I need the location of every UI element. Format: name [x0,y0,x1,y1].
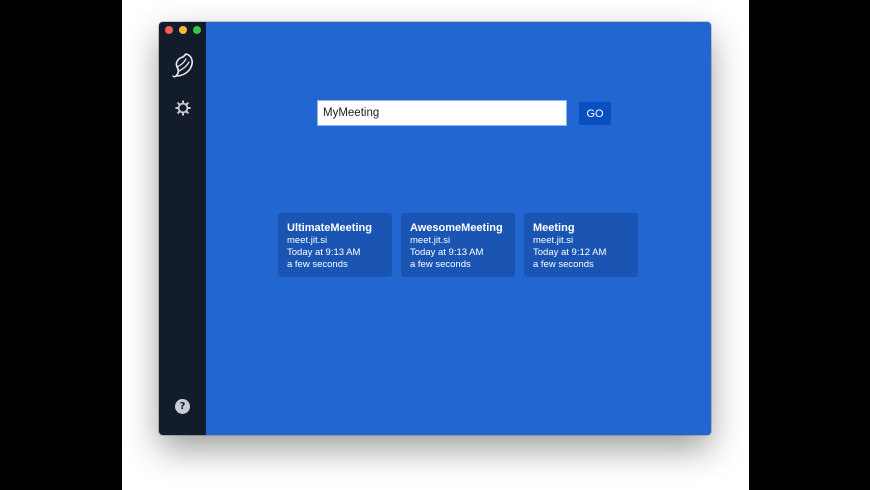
meeting-date: Today at 9:13 AM [287,247,361,258]
app-window: ? GO UltimateMeeting meet.jit.si Today a… [159,22,711,435]
room-name-input[interactable] [317,100,567,126]
help-icon[interactable]: ? [175,399,190,414]
gear-icon[interactable] [175,100,191,116]
meeting-date: Today at 9:13 AM [410,247,484,258]
meeting-name: AwesomeMeeting [410,222,503,234]
meeting-name: Meeting [533,222,575,234]
window-zoom-button[interactable] [193,26,201,34]
sidebar: ? [159,22,206,435]
meeting-duration: a few seconds [533,259,594,270]
meeting-duration: a few seconds [410,259,471,270]
window-minimize-button[interactable] [179,26,187,34]
meeting-name: UltimateMeeting [287,222,372,234]
meeting-server: meet.jit.si [533,235,574,246]
meeting-server: meet.jit.si [410,235,451,246]
go-button[interactable]: GO [579,102,611,125]
recent-meeting-card[interactable]: UltimateMeeting meet.jit.si Today at 9:1… [278,213,392,277]
main-panel: GO UltimateMeeting meet.jit.si Today at … [206,22,711,435]
meeting-duration: a few seconds [287,259,348,270]
meeting-date: Today at 9:12 AM [533,247,607,258]
recent-meeting-card[interactable]: AwesomeMeeting meet.jit.si Today at 9:13… [401,213,515,277]
jitsi-logo-icon [172,53,193,78]
window-close-button[interactable] [165,26,173,34]
meeting-server: meet.jit.si [287,235,328,246]
recent-meeting-card[interactable]: Meeting meet.jit.si Today at 9:12 AM a f… [524,213,638,277]
